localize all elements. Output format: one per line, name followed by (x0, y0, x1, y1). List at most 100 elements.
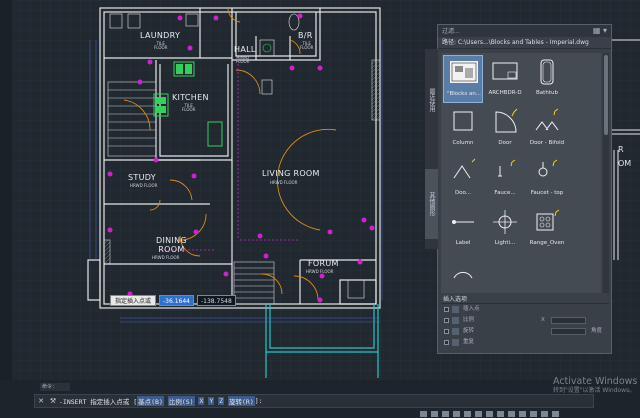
ortho-icon[interactable] (442, 411, 449, 417)
insertion-point-checkbox[interactable] (444, 307, 449, 312)
room-floor-dining: HRWD FLOOR (152, 255, 180, 260)
isolate-icon[interactable] (519, 411, 526, 417)
option-scale[interactable]: 比例 X (441, 315, 609, 326)
label-icon (452, 220, 474, 224)
hardware-icon[interactable] (530, 411, 537, 417)
repeat-checkbox[interactable] (444, 340, 449, 345)
room-floor-forum: HRWD FLOOR (306, 269, 334, 274)
clean-screen-icon[interactable] (541, 411, 548, 417)
dynamic-input-tooltip: 指定插入点或 -36.1644 -138.7548 (110, 294, 236, 306)
room-floor-laundry: TILE FLOOR (154, 41, 168, 50)
block-tile-faucet[interactable]: Fauce... (485, 155, 525, 203)
block-label: Column (452, 140, 474, 146)
block-tile-label[interactable]: Label (443, 205, 483, 253)
status-bar (420, 410, 640, 418)
customize-icon[interactable] (552, 411, 559, 417)
block-tile-archbdr[interactable]: ARCHBDR-D (485, 55, 525, 103)
block-tile-door[interactable]: Door (485, 105, 525, 153)
annotation-icon[interactable] (497, 411, 504, 417)
tab-other-drawings[interactable]: 其他图形 (425, 169, 438, 239)
scale-icon (452, 317, 459, 324)
command-end: ]: (254, 397, 263, 405)
option-insertion-point[interactable]: 插入点 (441, 304, 609, 315)
room-label-hall: HALL (234, 45, 256, 54)
workspace-icon[interactable] (508, 411, 515, 417)
room-label-forum: FORUM (308, 259, 339, 268)
rotation-label: 旋转 (463, 328, 475, 334)
block-label: Faucet - top (530, 190, 564, 196)
grid-icon[interactable] (420, 411, 427, 417)
insertion-point-icon (452, 306, 459, 313)
autocad-window: R OM LAUNDRY TILE FLOOR HALL HRWD FLOOR … (0, 0, 640, 418)
scale-checkbox[interactable] (444, 318, 449, 323)
room-label-study: STUDY (128, 173, 156, 182)
room-floor-br: TILE FLOOR (300, 41, 314, 50)
block-preview-icon (450, 61, 478, 83)
room-label-laundry: LAUNDRY (140, 31, 181, 40)
room-label-br: B/R (298, 31, 313, 40)
snap-icon[interactable] (431, 411, 438, 417)
watermark-subtitle: 转到"设置"以激活 Windows。 (553, 386, 636, 394)
polar-icon[interactable] (453, 411, 460, 417)
insert-prompt-text: 指定插入点或 (110, 294, 157, 306)
insertion-point-label: 插入点 (463, 306, 480, 312)
column-icon (453, 111, 473, 131)
insert-options-header[interactable]: 插入选项 (441, 295, 609, 304)
scale-x-label: X (541, 317, 545, 323)
filter-input[interactable]: 过滤... (442, 26, 460, 35)
svg-text:R: R (618, 145, 624, 154)
otrack-icon[interactable] (475, 411, 482, 417)
palette-titlebar: 过滤... ▦ ▾ (438, 25, 611, 37)
block-tile-column[interactable]: Column (443, 105, 483, 153)
block-label: ARCHBDR-D (488, 90, 522, 96)
block-label: "Blocks an... (446, 91, 482, 97)
repeat-label: 重复 (463, 339, 475, 345)
x-coordinate-input[interactable]: -36.1644 (159, 294, 194, 306)
archbdr-icon (492, 62, 518, 80)
block-label: Range_Oven (529, 240, 565, 246)
tab-recent[interactable]: 最近使用 (425, 65, 438, 135)
command-line[interactable]: ✕ ⚒ -INSERT 指定插入点或 [ 基点(B) 比例(S) X Y Z 旋… (34, 394, 594, 408)
block-tile-faucet-top[interactable]: Faucet - top (527, 155, 567, 203)
block-tile-lighting[interactable]: Lighti... (485, 205, 525, 253)
block-preview-icon (453, 271, 473, 279)
door-icon (495, 108, 518, 133)
palette-scrollbar[interactable] (603, 53, 609, 293)
room-floor-hall: HRWD FLOOR (236, 55, 250, 64)
door-icon (453, 158, 476, 179)
option-base-point[interactable]: 基点(B) (137, 396, 164, 406)
block-tile-partial[interactable] (443, 255, 483, 291)
option-rotation[interactable]: 旋转 角度 (441, 326, 609, 337)
faucet-top-icon (538, 159, 558, 177)
close-icon[interactable]: ✕ (35, 397, 47, 405)
angle-label: 角度 (591, 328, 603, 334)
room-label-kitchen: KITCHEN (172, 93, 209, 102)
block-tile-door-2[interactable]: Doo... (443, 155, 483, 203)
block-label: Door (498, 140, 512, 146)
scale-x-input[interactable] (551, 317, 586, 324)
option-scale[interactable]: 比例(S) (167, 396, 195, 406)
osnap-icon[interactable] (464, 411, 471, 417)
block-tile-current[interactable]: "Blocks an... (443, 55, 483, 103)
lighting-icon (493, 210, 517, 234)
lineweight-icon[interactable] (486, 411, 493, 417)
view-options-icon[interactable]: ▦ ▾ (593, 25, 607, 37)
bathtub-icon (540, 59, 554, 85)
command-history[interactable]: 命令： (40, 383, 70, 391)
rotation-checkbox[interactable] (444, 329, 449, 334)
range-oven-icon (536, 209, 560, 231)
block-tile-bathtub[interactable]: Bathtub (527, 55, 567, 103)
scrollbar-thumb[interactable] (604, 55, 608, 135)
block-label: Bathtub (536, 90, 558, 96)
wrench-icon[interactable]: ⚒ (47, 397, 59, 405)
option-rotate[interactable]: 旋转(R) (228, 396, 255, 406)
room-floor-living: HRWD FLOOR (270, 180, 298, 185)
option-repeat[interactable]: 重复 (441, 337, 609, 348)
room-label-dining: DINING ROOM (156, 236, 187, 255)
block-tile-range-oven[interactable]: Range_Oven (527, 205, 567, 253)
rotation-icon (452, 328, 459, 335)
y-coordinate-input[interactable]: -138.7548 (197, 294, 236, 306)
svg-text:OM: OM (618, 159, 631, 168)
rotation-angle-input[interactable] (551, 328, 586, 335)
block-tile-door-bifold[interactable]: Door - Bifold (527, 105, 567, 153)
